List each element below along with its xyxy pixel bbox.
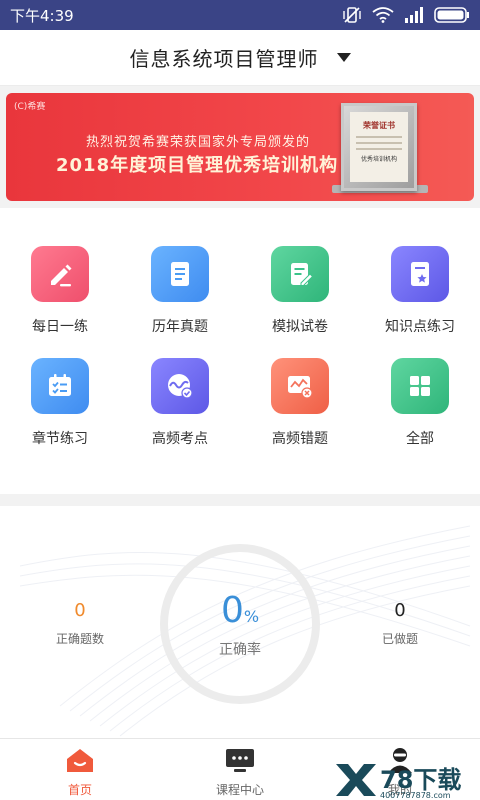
battery-icon xyxy=(434,7,469,23)
status-time: 下午4:39 xyxy=(10,6,74,25)
correct-count-label: 正确题数 xyxy=(55,632,104,646)
watermark-logo: 78下载 4007787878.com xyxy=(336,764,461,800)
certificate-rule xyxy=(356,136,402,138)
feature-knowledge-practice[interactable]: 知识点练习 xyxy=(360,222,480,335)
feature-chapter-practice[interactable]: 章节练习 xyxy=(0,334,120,447)
certificate-rule xyxy=(356,148,402,150)
done-count-value: 0 xyxy=(394,600,406,621)
home-icon xyxy=(64,745,96,775)
signal-icon xyxy=(405,7,423,23)
subject-selector[interactable]: 信息系统项目管理师 xyxy=(130,43,351,72)
status-bar: 下午4:39 xyxy=(0,0,480,30)
feature-hot-mistakes[interactable]: 高频错题 xyxy=(240,334,360,447)
certificate-image: 荣誉证书 优秀培训机构 xyxy=(341,103,417,191)
accuracy-label: 正确率 xyxy=(219,642,261,658)
feature-grid: 每日一练 历年真题 模拟试卷 知识点练习 章节练习 高频考点 高频错题 全部 xyxy=(0,222,480,494)
watermark-url: 4007787878.com xyxy=(380,791,451,800)
accuracy-unit: % xyxy=(243,607,260,626)
page-title: 信息系统项目管理师 xyxy=(129,47,319,71)
error-chart-icon xyxy=(271,358,329,414)
bookmark-star-icon xyxy=(391,246,449,302)
correct-count-value: 0 xyxy=(74,600,86,621)
accuracy-value-wrap: 0% xyxy=(160,590,320,631)
feature-label: 历年真题 xyxy=(152,319,208,335)
pencil-icon xyxy=(31,246,89,302)
feature-past-exams[interactable]: 历年真题 xyxy=(120,222,240,335)
banner-brand: (C)希赛 xyxy=(14,102,46,112)
feature-all[interactable]: 全部 xyxy=(360,334,480,447)
caret-down-icon xyxy=(336,53,351,62)
feature-mock-exam[interactable]: 模拟试卷 xyxy=(240,222,360,335)
course-center-icon xyxy=(224,745,256,775)
feature-label: 模拟试卷 xyxy=(272,319,328,335)
checklist-icon xyxy=(31,358,89,414)
exam-paper-icon xyxy=(271,246,329,302)
document-icon xyxy=(151,246,209,302)
feature-label: 高频考点 xyxy=(152,431,208,447)
tab-home[interactable]: 首页 xyxy=(0,739,160,800)
section-divider xyxy=(0,494,480,506)
certificate-subtitle: 优秀培训机构 xyxy=(360,156,397,163)
tab-label: 首页 xyxy=(67,783,92,797)
banner-line-2: 2018年度项目管理优秀培训机构 xyxy=(56,155,339,176)
vibrate-off-icon xyxy=(343,7,361,23)
status-icons xyxy=(342,6,470,24)
stats-panel: 0 正确题数 0% 正确率 0 已做题 xyxy=(0,506,480,738)
banner-section: (C)希赛 热烈祝贺希赛荣获国家外专局颁发的 2018年度项目管理优秀培训机构 … xyxy=(0,86,480,208)
tab-label: 课程中心 xyxy=(215,783,264,797)
done-count-label: 已做题 xyxy=(381,632,418,646)
feature-label: 全部 xyxy=(406,431,434,447)
wifi-icon xyxy=(372,7,394,23)
feature-label: 每日一练 xyxy=(32,319,88,335)
feature-label: 知识点练习 xyxy=(385,319,455,335)
banner-line-1: 热烈祝贺希赛荣获国家外专局颁发的 xyxy=(86,135,311,150)
certificate-title: 荣誉证书 xyxy=(363,121,395,130)
watermark-text: 78下载 xyxy=(380,766,461,794)
grid-apps-icon xyxy=(391,358,449,414)
feature-hot-topics[interactable]: 高频考点 xyxy=(120,334,240,447)
tab-course-center[interactable]: 课程中心 xyxy=(160,739,320,800)
wave-badge-icon xyxy=(151,358,209,414)
promo-banner[interactable]: (C)希赛 热烈祝贺希赛荣获国家外专局颁发的 2018年度项目管理优秀培训机构 … xyxy=(6,93,474,201)
certificate-rule xyxy=(356,142,402,144)
site-watermark: 78下载 4007787878.com xyxy=(334,760,480,800)
feature-daily-practice[interactable]: 每日一练 xyxy=(0,222,120,335)
header: 信息系统项目管理师 xyxy=(0,30,480,86)
feature-label: 章节练习 xyxy=(32,431,88,447)
accuracy-value: 0 xyxy=(220,590,244,631)
feature-label: 高频错题 xyxy=(272,431,328,447)
